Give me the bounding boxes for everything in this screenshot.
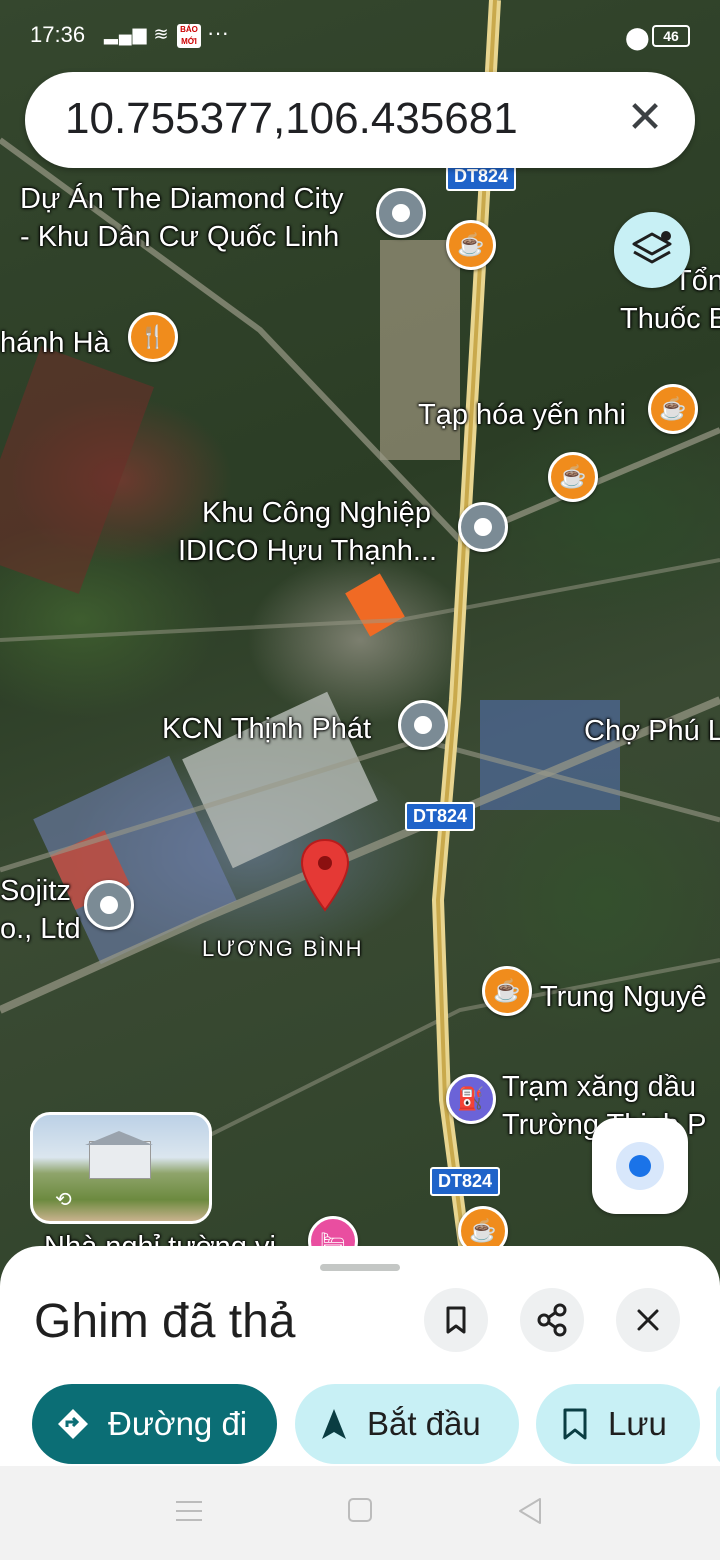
more-notifications-icon: ··· xyxy=(207,20,229,45)
layers-button[interactable] xyxy=(614,212,690,288)
my-location-button[interactable] xyxy=(592,1118,688,1214)
place-pin-icon[interactable] xyxy=(398,700,448,750)
my-location-icon xyxy=(629,1155,651,1177)
directions-icon xyxy=(58,1409,88,1439)
save-button[interactable]: Lưu xyxy=(536,1384,700,1464)
cafe-icon[interactable]: ☕ xyxy=(648,384,698,434)
signal-icon: ▂▄▆ ≋ xyxy=(104,24,170,44)
poi-label[interactable]: - Khu Dân Cư Quốc Linh xyxy=(20,218,339,256)
rotate-360-icon: ⟲ xyxy=(55,1189,72,1211)
status-time: 17:36 xyxy=(30,22,86,47)
sheet-title: Ghim đã thả xyxy=(34,1295,296,1348)
poi-label[interactable]: Thuốc B xyxy=(620,300,720,338)
road-shield: DT824 xyxy=(430,1167,501,1196)
area-label: LƯƠNG BÌNH xyxy=(202,936,364,961)
home-icon[interactable] xyxy=(346,1496,374,1524)
location-icon: ⬤ xyxy=(625,25,650,50)
place-pin-icon[interactable] xyxy=(458,502,508,552)
poi-label[interactable]: Chợ Phú L xyxy=(584,712,720,750)
directions-button[interactable]: Đường đi xyxy=(32,1384,277,1464)
cafe-icon[interactable]: ☕ xyxy=(482,966,532,1016)
poi-label[interactable]: Tạp hóa yến nhi xyxy=(418,396,626,434)
news-app-icon: BÁO MỚI xyxy=(177,24,201,48)
place-pin-icon[interactable] xyxy=(376,188,426,238)
drag-handle[interactable] xyxy=(320,1264,400,1271)
place-sheet[interactable]: Ghim đã thả Đường đi Bắt đầu Lưu xyxy=(0,1246,720,1466)
close-icon xyxy=(637,1309,659,1331)
cafe-icon[interactable]: ☕ xyxy=(548,452,598,502)
system-nav-bar xyxy=(0,1466,720,1560)
status-bar: 17:36 ▂▄▆ ≋ BÁO MỚI ··· ⬤ 46 xyxy=(0,0,720,70)
share-icon xyxy=(537,1303,567,1337)
bookmark-button[interactable] xyxy=(424,1288,488,1352)
battery-icon: 46 xyxy=(652,25,690,47)
save-label: Lưu xyxy=(608,1405,667,1442)
start-button[interactable]: Bắt đầu xyxy=(295,1384,519,1464)
menu-icon[interactable] xyxy=(174,1496,204,1526)
poi-label[interactable]: IDICO Hựu Thạnh... xyxy=(178,532,437,570)
close-icon[interactable]: ✕ xyxy=(623,96,667,140)
roof-shape xyxy=(85,1131,153,1145)
restaurant-icon[interactable]: 🍴 xyxy=(128,312,178,362)
search-bar[interactable]: 10.755377,106.435681 ✕ xyxy=(25,72,695,168)
start-label: Bắt đầu xyxy=(367,1405,481,1442)
map-view[interactable]: DT824 DT824 DT824 Dự Án The Diamond City… xyxy=(0,0,720,1290)
poi-label[interactable]: Sojitz xyxy=(0,872,71,910)
gas-station-icon[interactable]: ⛽ xyxy=(446,1074,496,1124)
bookmark-icon xyxy=(563,1408,587,1440)
layers-icon xyxy=(632,231,672,264)
more-chip[interactable] xyxy=(716,1384,720,1464)
poi-label[interactable]: Khu Công Nghiệp xyxy=(202,494,431,532)
poi-label[interactable]: o., Ltd xyxy=(0,910,81,948)
bookmark-icon xyxy=(446,1306,466,1334)
cafe-icon[interactable]: ☕ xyxy=(446,220,496,270)
dropped-pin-icon[interactable] xyxy=(300,838,350,914)
search-query[interactable]: 10.755377,106.435681 xyxy=(65,94,518,144)
poi-label[interactable]: hánh Hà xyxy=(0,324,110,362)
poi-label[interactable]: Trạm xăng dầu xyxy=(502,1068,696,1106)
poi-label[interactable]: KCN Thịnh Phát xyxy=(162,710,371,748)
share-button[interactable] xyxy=(520,1288,584,1352)
navigation-arrow-icon xyxy=(322,1409,346,1439)
house-shape xyxy=(89,1141,151,1179)
poi-label[interactable]: Dự Án The Diamond City xyxy=(20,180,344,218)
road-shield: DT824 xyxy=(405,802,476,831)
close-sheet-button[interactable] xyxy=(616,1288,680,1352)
poi-label[interactable]: Trung Nguyê xyxy=(540,978,707,1016)
directions-label: Đường đi xyxy=(108,1405,248,1442)
street-view-thumbnail[interactable]: ⟲ xyxy=(30,1112,212,1224)
back-icon[interactable] xyxy=(516,1496,544,1526)
place-pin-icon[interactable] xyxy=(84,880,134,930)
